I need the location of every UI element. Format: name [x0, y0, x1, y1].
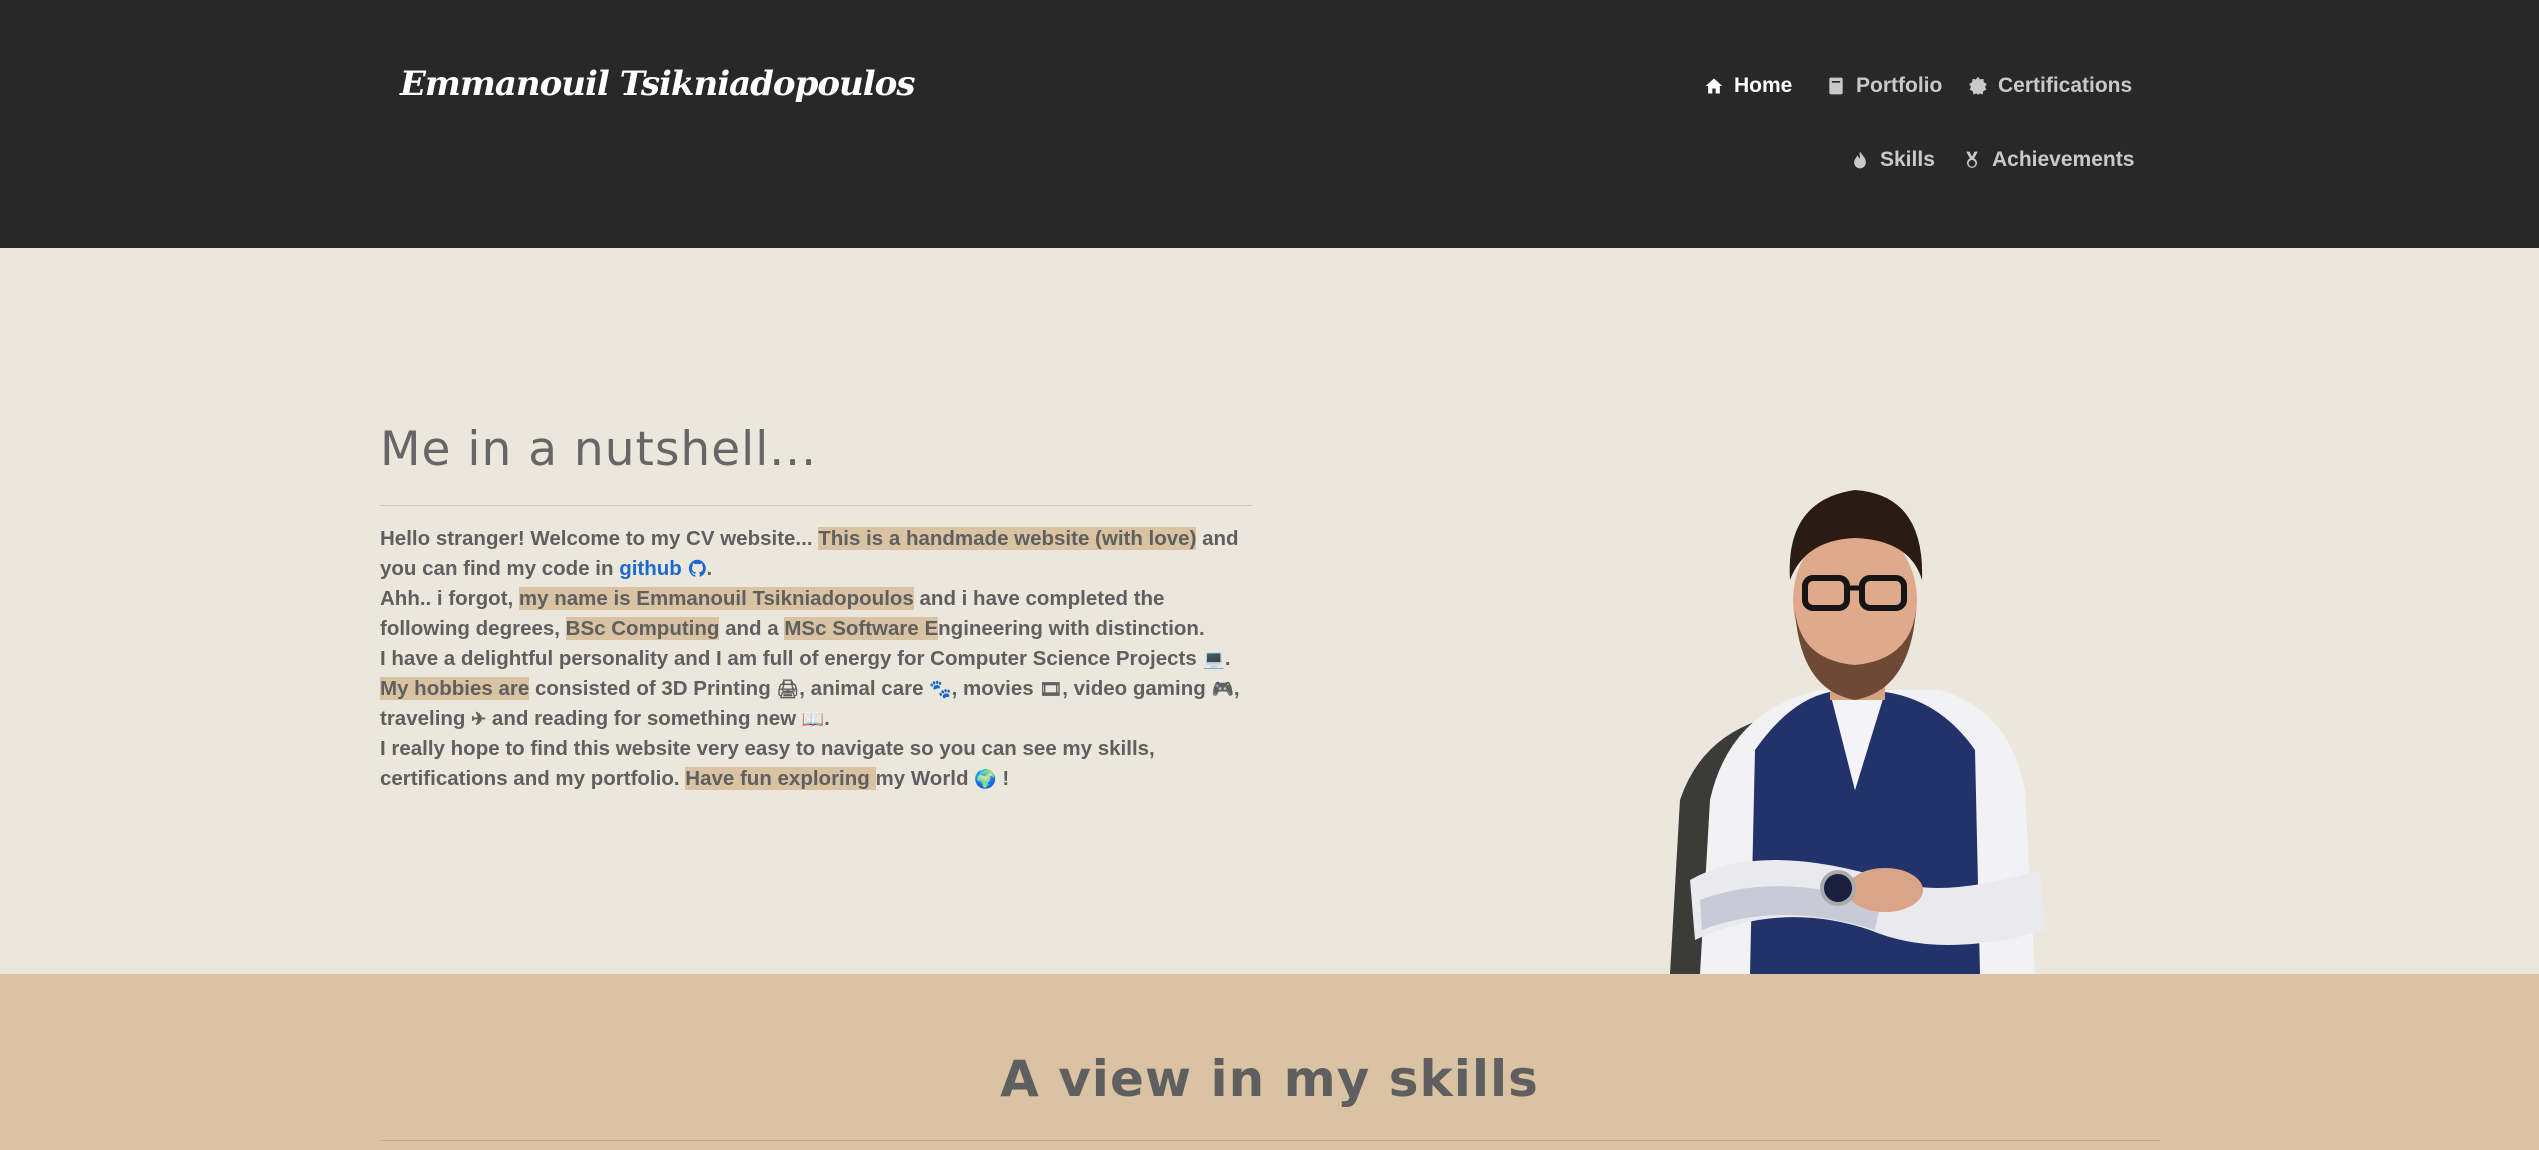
fire-icon	[1854, 151, 1866, 169]
text-span: consisted of 3D Printing	[529, 677, 777, 700]
book-icon	[1829, 77, 1843, 95]
nav-home-label: Home	[1734, 74, 1793, 97]
skills-title: A view in my skills	[1000, 1050, 1539, 1108]
text-span: Hello stranger! Welcome to my CV website…	[380, 527, 819, 550]
text-span: and a	[719, 617, 785, 640]
profile-photo	[1670, 490, 2045, 974]
home-icon	[1705, 78, 1723, 94]
github-icon	[688, 559, 706, 577]
text-span: , movies	[951, 677, 1040, 700]
nav-achievements-link[interactable]: Achievements	[1962, 148, 2134, 172]
highlight-span: my name is Emmanouil Tsikniadopoulos	[518, 587, 914, 610]
about-title: Me in a nutshell...	[380, 422, 818, 477]
printer-3d-icon: 🖨	[776, 679, 800, 699]
text-span: and reading for something new	[486, 707, 802, 730]
text-span: ngineering with distinction.	[938, 617, 1205, 640]
text-span: !	[996, 767, 1010, 790]
about-paragraph: Hello stranger! Welcome to my CV website…	[380, 527, 1240, 790]
nav-portfolio-label: Portfolio	[1856, 74, 1943, 97]
certificate-icon	[1969, 76, 1987, 96]
site-brand[interactable]: Emmanouil Tsikniadopoulos	[400, 64, 916, 104]
paw-icon: 🐾	[929, 679, 952, 699]
film-icon: 🎞	[1039, 679, 1063, 699]
divider	[380, 1140, 2160, 1141]
highlight-span: MSc Software E	[784, 617, 939, 640]
highlight-span: This is a handmade website (with love)	[818, 527, 1197, 550]
nav-skills-label: Skills	[1880, 148, 1935, 171]
highlight-span: BSc Computing	[565, 617, 720, 640]
medal-icon	[1966, 151, 1978, 168]
text-span: Ahh.. i forgot,	[380, 587, 519, 610]
nav-certifications-label: Certifications	[1998, 74, 2133, 97]
text-span: , animal care	[799, 677, 930, 700]
github-link[interactable]: github	[619, 557, 706, 580]
highlight-span: My hobbies are	[380, 677, 530, 700]
nav-skills-link[interactable]: Skills	[1850, 148, 1935, 172]
globe-icon: 🌍	[974, 769, 997, 789]
nav-home-link[interactable]: Home	[1704, 74, 1792, 98]
text-span: I have a delightful personality and I am…	[380, 647, 1197, 670]
laptop-icon: 💻	[1202, 649, 1225, 669]
gamepad-icon: 🎮	[1211, 679, 1234, 699]
nav-certifications-link[interactable]: Certifications	[1968, 74, 2132, 98]
book-open-icon: 📖	[801, 709, 825, 729]
nav-achievements-label: Achievements	[1992, 148, 2135, 171]
text-span: my World	[875, 767, 975, 790]
plane-icon: ✈	[471, 709, 487, 729]
text-span: .	[706, 557, 713, 580]
highlight-span: Have fun exploring	[685, 767, 876, 790]
header: Emmanouil Tsikniadopoulos Home Portfolio…	[0, 0, 2539, 248]
text-span: , video gaming	[1062, 677, 1212, 700]
divider	[380, 505, 1252, 506]
nav-portfolio-link[interactable]: Portfolio	[1826, 74, 1942, 98]
